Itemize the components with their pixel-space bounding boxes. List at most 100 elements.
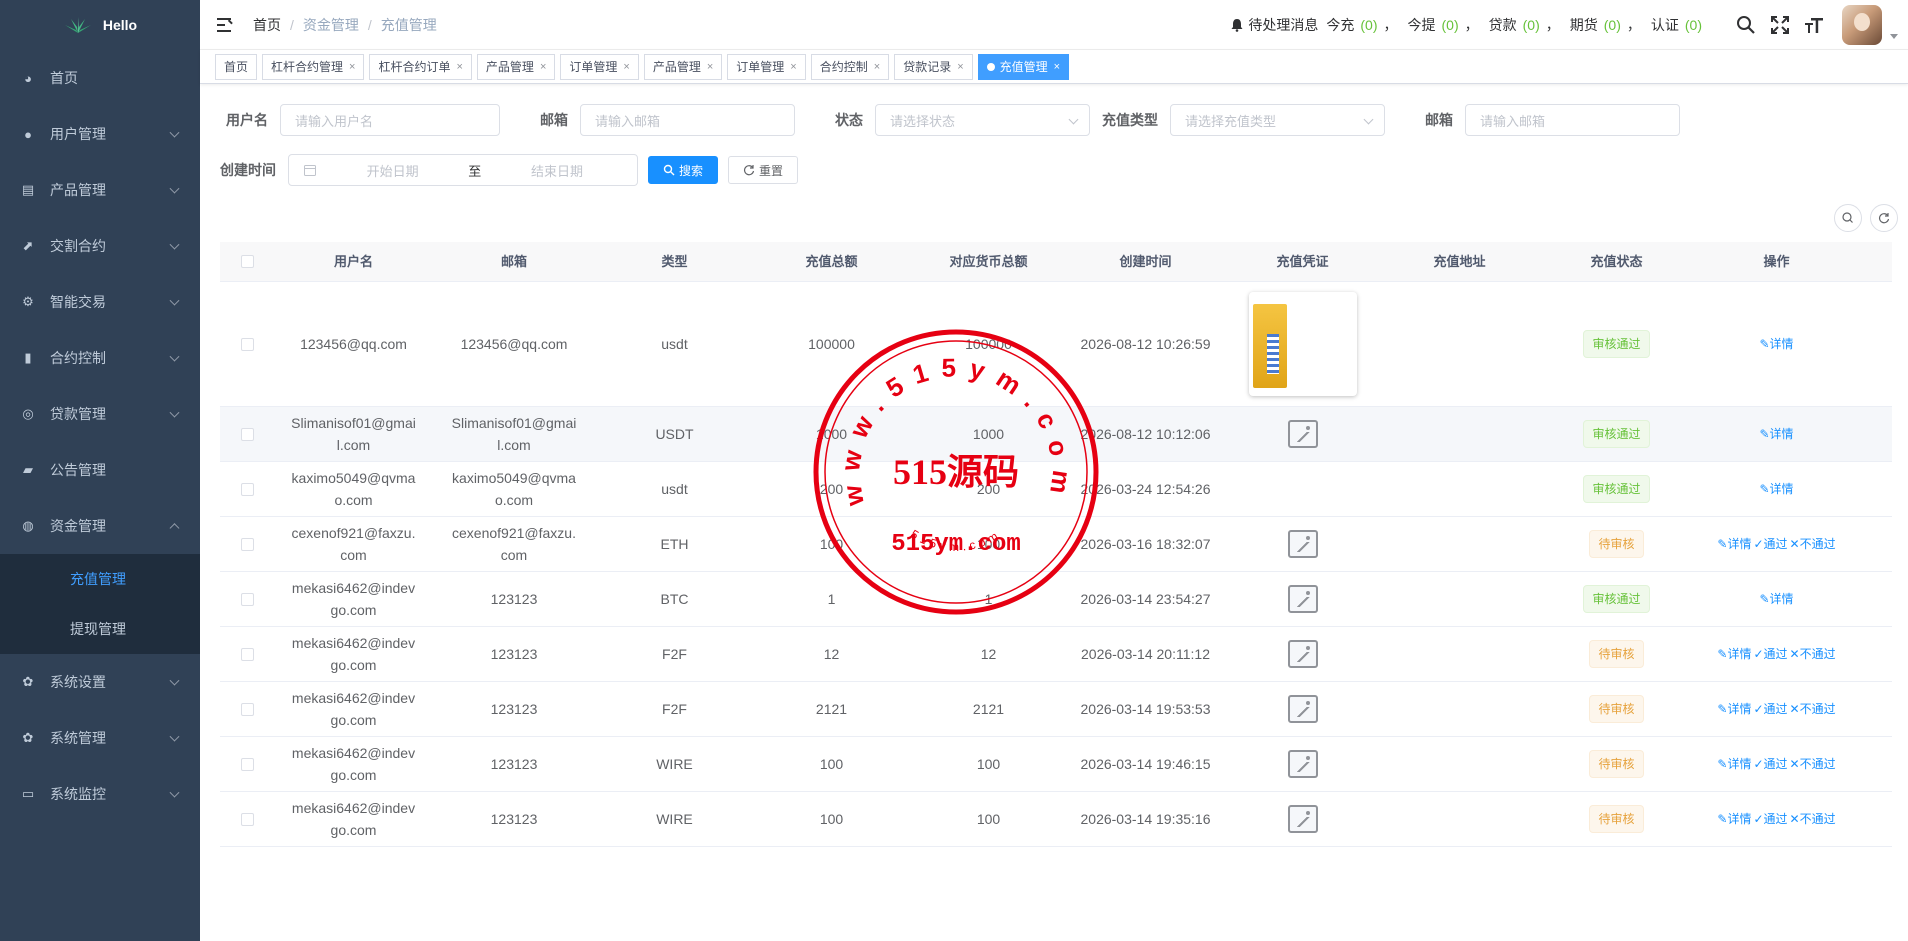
sidebar-item-2[interactable]: ▤ 产品管理 [0, 162, 200, 218]
reject-button[interactable]: ✕不通过 [1790, 643, 1836, 665]
sidebar-item-4[interactable]: ⚙ 智能交易 [0, 274, 200, 330]
detail-button[interactable]: ✎详情 [1759, 478, 1793, 500]
email2-input[interactable]: 请输入邮箱 [1465, 104, 1680, 136]
sidebar-item-6[interactable]: ◎ 贷款管理 [0, 386, 200, 442]
close-icon[interactable]: × [874, 61, 880, 73]
close-icon[interactable]: × [957, 61, 963, 73]
table-row[interactable]: mekasi6462@indevgo.com 123123 F2F 2121 2121 2… [220, 682, 1892, 737]
tag-4[interactable]: 订单管理 × [560, 53, 639, 80]
recharge-type-select[interactable]: 请选择充值类型 [1170, 104, 1385, 136]
close-icon[interactable]: × [707, 61, 713, 73]
sidebar-item-7[interactable]: ▰ 公告管理 [0, 442, 200, 498]
detail-button[interactable]: ✎详情 [1759, 588, 1793, 610]
image-placeholder-icon[interactable] [1287, 805, 1318, 833]
caret-down-icon[interactable] [1890, 33, 1898, 39]
sidebar-bottom-item-2[interactable]: ▭ 系统监控 [0, 766, 200, 822]
sidebar-item-0[interactable]: ◕ 首页 [0, 50, 200, 106]
approve-button[interactable]: ✓通过 [1753, 643, 1787, 665]
sidebar-item-1[interactable]: ● 用户管理 [0, 106, 200, 162]
sidebar-subitem-1[interactable]: 提现管理 [0, 604, 200, 654]
table-row[interactable]: mekasi6462@indevgo.com 123123 WIRE 100 100 20… [220, 737, 1892, 792]
reject-button[interactable]: ✕不通过 [1790, 753, 1836, 775]
row-checkbox[interactable] [241, 537, 254, 551]
reject-button[interactable]: ✕不通过 [1790, 698, 1836, 720]
row-checkbox[interactable] [241, 592, 254, 606]
row-checkbox[interactable] [241, 702, 254, 716]
sidebar-item-3[interactable]: ⬈ 交割合约 [0, 218, 200, 274]
pending-notice[interactable]: 待处理消息 今充 (0)，今提 (0)，贷款 (0)，期货 (0)，认证 (0) [1230, 15, 1702, 35]
table-row[interactable]: mekasi6462@indevgo.com 123123 F2F 12 12 2026-… [220, 627, 1892, 682]
email-input[interactable]: 请输入邮箱 [580, 104, 795, 136]
sidebar-subitem-0[interactable]: 充值管理 [0, 554, 200, 604]
image-placeholder-icon[interactable] [1287, 640, 1318, 668]
image-placeholder-icon[interactable] [1287, 585, 1318, 613]
reset-button[interactable]: 重置 [728, 156, 799, 184]
tag-7[interactable]: 合约控制 × [810, 53, 890, 80]
table-row[interactable]: mekasi6462@indevgo.com 123123 BTC 1 1 2026-03… [220, 572, 1892, 627]
sidebar-item-8[interactable]: ◍ 资金管理 [0, 498, 200, 554]
approve-button[interactable]: ✓通过 [1753, 753, 1787, 775]
table-row[interactable]: 123456@qq.com 123456@qq.com usdt 100000 1000… [220, 282, 1892, 407]
sidebar-item-5[interactable]: ▮ 合约控制 [0, 330, 200, 386]
table-row[interactable]: cexenof921@faxzu.com cexenof921@faxzu.com… [220, 517, 1892, 572]
close-icon[interactable]: × [1054, 61, 1060, 73]
tag-1[interactable]: 杠杆合约管理 × [262, 53, 365, 80]
avatar[interactable] [1842, 5, 1882, 45]
detail-button[interactable]: ✎详情 [1759, 333, 1793, 355]
detail-button[interactable]: ✎详情 [1717, 643, 1751, 665]
fullscreen-icon[interactable] [1770, 15, 1790, 35]
refresh-table-button[interactable] [1870, 204, 1898, 232]
breadcrumb-home[interactable]: 首页 [253, 15, 281, 35]
row-checkbox[interactable] [241, 427, 254, 441]
table-row[interactable]: mekasi6462@indevgo.com 123123 WIRE 100 100 20… [220, 792, 1892, 847]
search-icon[interactable] [1736, 15, 1756, 35]
tag-3[interactable]: 产品管理 × [476, 53, 556, 80]
search-button[interactable]: 搜索 [648, 156, 719, 184]
detail-button[interactable]: ✎详情 [1717, 533, 1751, 555]
row-checkbox[interactable] [241, 757, 254, 771]
reject-button[interactable]: ✕不通过 [1790, 533, 1836, 555]
row-checkbox[interactable] [241, 812, 254, 826]
close-icon[interactable]: × [623, 61, 629, 73]
tag-6[interactable]: 订单管理 × [727, 53, 806, 80]
select-all-checkbox[interactable] [241, 255, 254, 268]
table-row[interactable]: Slimanisof01@gmail.com Slimanisof01@gmail… [220, 407, 1892, 462]
table-row[interactable]: kaximo5049@qvmao.com kaximo5049@qvmao.com… [220, 462, 1892, 517]
end-date-input[interactable]: 结束日期 [531, 161, 583, 180]
close-icon[interactable]: × [790, 61, 796, 73]
sidebar-bottom-item-0[interactable]: ✿ 系统设置 [0, 654, 200, 710]
detail-button[interactable]: ✎详情 [1717, 808, 1751, 830]
tag-8[interactable]: 贷款记录 × [894, 53, 973, 80]
tag-2[interactable]: 杠杆合约订单 × [369, 53, 472, 80]
reject-button[interactable]: ✕不通过 [1790, 808, 1836, 830]
close-icon[interactable]: × [540, 61, 546, 73]
tag-9[interactable]: 充值管理 × [977, 53, 1070, 80]
font-size-icon[interactable] [1804, 15, 1824, 35]
tag-5[interactable]: 产品管理 × [643, 53, 723, 80]
sidebar-bottom-item-1[interactable]: ✿ 系统管理 [0, 710, 200, 766]
detail-button[interactable]: ✎详情 [1717, 753, 1751, 775]
start-date-input[interactable]: 开始日期 [367, 161, 419, 180]
row-checkbox[interactable] [241, 482, 254, 496]
image-placeholder-icon[interactable] [1287, 530, 1318, 558]
date-range-picker[interactable]: 开始日期 至 结束日期 [288, 154, 638, 186]
hamburger-icon[interactable] [217, 17, 235, 32]
image-placeholder-icon[interactable] [1287, 695, 1318, 723]
row-checkbox[interactable] [241, 337, 254, 351]
detail-button[interactable]: ✎详情 [1759, 423, 1793, 445]
toggle-search-button[interactable] [1834, 204, 1862, 232]
username-input[interactable]: 请输入用户名 [280, 104, 500, 136]
row-checkbox[interactable] [241, 647, 254, 661]
close-icon[interactable]: × [349, 61, 355, 73]
approve-button[interactable]: ✓通过 [1753, 533, 1787, 555]
image-placeholder-icon[interactable] [1287, 420, 1318, 448]
logo[interactable]: Hello [0, 0, 200, 50]
status-select[interactable]: 请选择状态 [875, 104, 1090, 136]
voucher-thumbnail[interactable] [1248, 292, 1357, 396]
detail-button[interactable]: ✎详情 [1717, 698, 1751, 720]
close-icon[interactable]: × [456, 61, 462, 73]
tag-0[interactable]: 首页 [215, 53, 258, 80]
image-placeholder-icon[interactable] [1287, 750, 1318, 778]
approve-button[interactable]: ✓通过 [1753, 698, 1787, 720]
approve-button[interactable]: ✓通过 [1753, 808, 1787, 830]
